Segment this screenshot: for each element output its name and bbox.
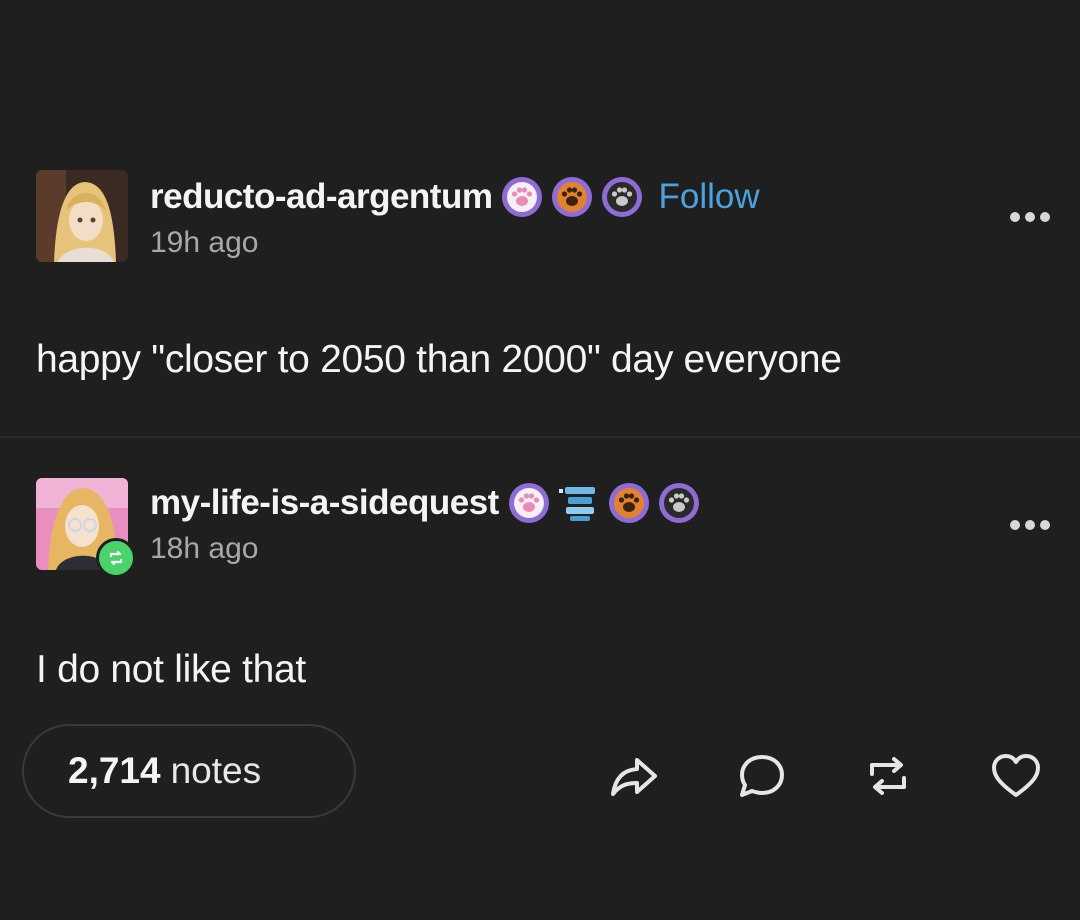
reblog-button[interactable] <box>860 748 916 804</box>
post-1-header: reducto-ad-argentum Follow 19h ago <box>0 170 1080 280</box>
follow-button[interactable]: Follow <box>658 177 759 217</box>
grey-paw-badge-icon[interactable] <box>600 175 644 219</box>
reblog-badge-icon <box>96 538 136 578</box>
dot <box>1025 212 1035 222</box>
avatar-reducto[interactable] <box>36 170 128 262</box>
more-options-icon[interactable] <box>1010 520 1050 530</box>
reply-icon <box>740 755 784 797</box>
blue-stack-badge-icon[interactable] <box>557 481 601 525</box>
dot <box>1040 520 1050 530</box>
username[interactable]: reducto-ad-argentum <box>150 177 493 217</box>
grey-paw-badge-icon[interactable] <box>657 481 701 525</box>
pink-paw-badge-icon[interactable] <box>500 175 544 219</box>
share-icon <box>611 758 657 796</box>
orange-paw-badge-icon[interactable] <box>607 481 651 525</box>
notes-count: 2,714 <box>68 750 161 791</box>
pink-paw-badge-icon[interactable] <box>507 481 551 525</box>
username[interactable]: my-life-is-a-sidequest <box>150 483 499 523</box>
dot <box>1040 212 1050 222</box>
badge-row <box>500 175 644 219</box>
badge-row <box>507 481 701 525</box>
post-2-name-line: my-life-is-a-sidequest <box>150 478 701 528</box>
notes-label: notes <box>170 750 262 791</box>
reply-button[interactable] <box>734 748 790 804</box>
anime-avatar-icon <box>36 170 128 262</box>
dot <box>1010 520 1020 530</box>
dot <box>1025 520 1035 530</box>
dot <box>1010 212 1020 222</box>
like-icon <box>992 754 1040 797</box>
post-2-header: my-life-is-a-sidequest 18h ago <box>0 478 1080 588</box>
reblog-arrows-icon <box>109 550 123 566</box>
share-button[interactable] <box>606 748 662 804</box>
notes-button[interactable]: 2,714 notes <box>22 724 356 818</box>
post-1-name-line: reducto-ad-argentum Follow <box>150 172 760 222</box>
post-2-body: I do not like that <box>36 648 306 691</box>
post-divider <box>0 436 1080 438</box>
timestamp[interactable]: 19h ago <box>150 226 258 260</box>
timestamp[interactable]: 18h ago <box>150 532 258 566</box>
like-button[interactable] <box>988 748 1044 804</box>
more-options-icon[interactable] <box>1010 212 1050 222</box>
avatar-sidequest[interactable] <box>36 478 136 578</box>
post-1-body: happy "closer to 2050 than 2000" day eve… <box>36 338 842 381</box>
reblog-icon <box>870 757 906 795</box>
post-thread: reducto-ad-argentum Follow 19h ago happy… <box>0 0 1080 920</box>
orange-paw-badge-icon[interactable] <box>550 175 594 219</box>
